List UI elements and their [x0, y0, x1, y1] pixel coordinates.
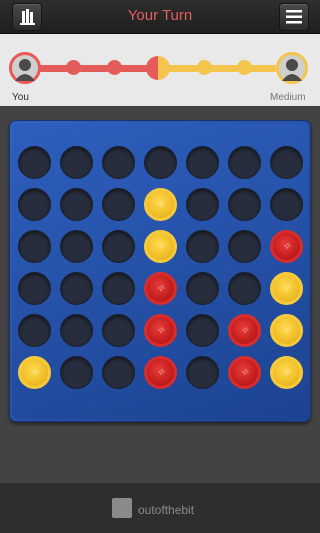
red-disc: ✧: [144, 272, 177, 305]
board-slot-empty[interactable]: [102, 230, 135, 263]
game-board[interactable]: ✧ ✧ ✧ ✧ ✧ ✧ ✧ ✧ ✧ ✧ ✧ ✧: [9, 120, 311, 422]
top-bar: Your Turn: [0, 0, 320, 34]
board-slot-empty[interactable]: [144, 146, 177, 179]
board-slot-empty[interactable]: [60, 230, 93, 263]
outofthebit-logo-icon: [112, 498, 132, 518]
opponent-avatar: [276, 52, 308, 84]
player-track: [40, 65, 155, 72]
board-slot-empty[interactable]: [18, 146, 51, 179]
board-slot-empty[interactable]: [60, 272, 93, 305]
board-slot-empty[interactable]: [60, 356, 93, 389]
progress-node: [197, 60, 212, 75]
disc-emblem-icon: ✧: [155, 199, 166, 211]
menu-icon: [286, 10, 302, 24]
board-slot-empty[interactable]: [102, 188, 135, 221]
red-disc: ✧: [228, 356, 261, 389]
yellow-disc: ✧: [18, 356, 51, 389]
disc-emblem-icon: ✧: [155, 241, 166, 253]
yellow-disc: ✧: [270, 272, 303, 305]
turn-title: Your Turn: [127, 7, 193, 24]
player-avatar: [9, 52, 41, 84]
board-slot-empty[interactable]: [60, 314, 93, 347]
board-slot-empty[interactable]: [186, 272, 219, 305]
opponent-label: Medium: [270, 92, 306, 103]
red-disc: ✧: [270, 230, 303, 263]
disc-emblem-icon: ✧: [281, 325, 292, 337]
red-disc: ✧: [144, 314, 177, 347]
yellow-disc: ✧: [270, 356, 303, 389]
board-slot-empty[interactable]: [102, 314, 135, 347]
disc-emblem-icon: ✧: [281, 367, 292, 379]
board-slot-empty[interactable]: [60, 188, 93, 221]
red-disc: ✧: [144, 356, 177, 389]
menu-button[interactable]: [279, 3, 309, 31]
turn-progress: You Medium: [0, 34, 320, 106]
board-slot-empty[interactable]: [18, 314, 51, 347]
board-slot-empty[interactable]: [102, 146, 135, 179]
opponent-track: [163, 65, 276, 72]
disc-emblem-icon: ✧: [29, 367, 40, 379]
board-grid: ✧ ✧ ✧ ✧ ✧ ✧ ✧ ✧ ✧ ✧ ✧ ✧: [12, 123, 308, 419]
progress-node: [66, 60, 81, 75]
board-slot-empty[interactable]: [228, 146, 261, 179]
board-slot-empty[interactable]: [186, 230, 219, 263]
board-slot-empty[interactable]: [186, 356, 219, 389]
board-slot-empty[interactable]: [186, 188, 219, 221]
disc-emblem-icon: ✧: [239, 367, 250, 379]
progress-node: [107, 60, 122, 75]
person-icon: [282, 59, 302, 81]
board-slot-empty[interactable]: [18, 230, 51, 263]
board-slot-empty[interactable]: [228, 272, 261, 305]
progress-node: [237, 60, 252, 75]
disc-emblem-icon: ✧: [155, 367, 166, 379]
disc-emblem-icon: ✧: [281, 283, 292, 295]
player-label: You: [12, 92, 29, 103]
board-slot-empty[interactable]: [102, 272, 135, 305]
disc-emblem-icon: ✧: [155, 283, 166, 295]
yellow-disc: ✧: [144, 188, 177, 221]
board-slot-empty[interactable]: [228, 230, 261, 263]
board-slot-empty[interactable]: [18, 272, 51, 305]
yellow-disc: ✧: [144, 230, 177, 263]
board-slot-empty[interactable]: [186, 314, 219, 347]
disc-emblem-icon: ✧: [155, 325, 166, 337]
board-slot-empty[interactable]: [60, 146, 93, 179]
board-slot-empty[interactable]: [186, 146, 219, 179]
board-slot-empty[interactable]: [270, 188, 303, 221]
board-slot-empty[interactable]: [228, 188, 261, 221]
board-slot-empty[interactable]: [102, 356, 135, 389]
board-slot-empty[interactable]: [270, 146, 303, 179]
disc-emblem-icon: ✧: [281, 241, 292, 253]
yellow-disc: ✧: [270, 314, 303, 347]
board-slot-empty[interactable]: [18, 188, 51, 221]
red-disc: ✧: [228, 314, 261, 347]
brand-label: outofthebit: [138, 503, 195, 517]
person-icon: [15, 59, 35, 81]
disc-emblem-icon: ✧: [239, 325, 250, 337]
